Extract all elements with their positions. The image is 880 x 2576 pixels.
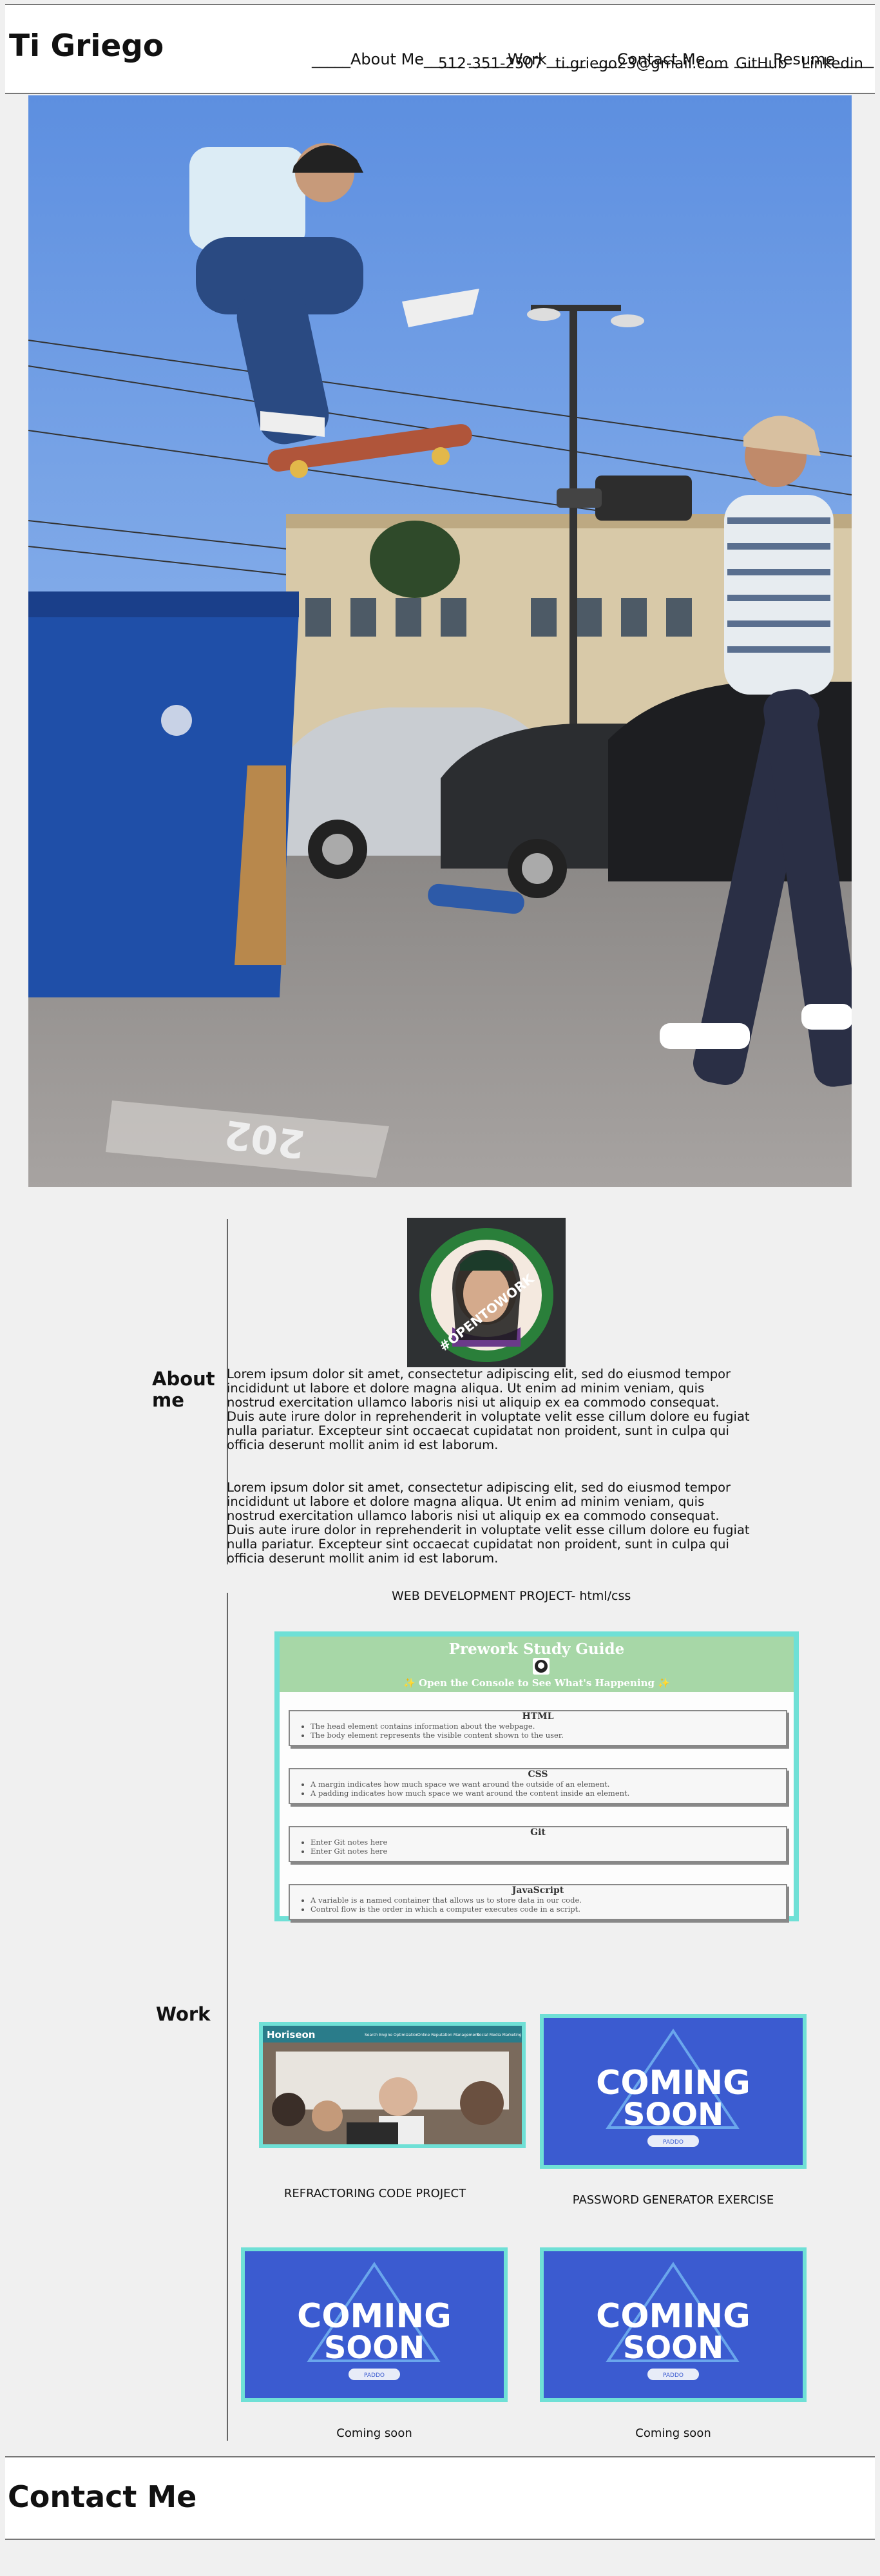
- work-heading: Work: [156, 2003, 211, 2025]
- caption-refactoring: REFRACTORING CODE PROJECT: [283, 2187, 466, 2200]
- hero-image: 202: [28, 95, 852, 1187]
- svg-text:PADDO: PADDO: [663, 2139, 684, 2146]
- contact-heading: Contact Me: [8, 2479, 197, 2514]
- github-icon: [533, 1658, 550, 1675]
- svg-text:Social Media Marketing: Social Media Marketing: [477, 2033, 522, 2037]
- caption-coming-soon-1: Coming soon: [336, 2427, 412, 2440]
- svg-text:SOON: SOON: [324, 2330, 425, 2366]
- svg-text:Search Engine Optimization: Search Engine Optimization: [365, 2033, 419, 2037]
- skateboard-photo-icon: 202: [28, 95, 852, 1187]
- avatar: #OPENTOWORK: [407, 1218, 566, 1367]
- prework-study-guide-preview[interactable]: Prework Study Guide ✨ Open the Console t…: [274, 1631, 799, 1921]
- phone-link[interactable]: 512-351-2507: [438, 55, 543, 72]
- horiseon-brand: Horiseon: [267, 2029, 315, 2041]
- svg-text:SOON: SOON: [623, 2330, 723, 2366]
- contact-footer: Contact Me: [5, 2456, 875, 2540]
- password-generator-tile[interactable]: COMING SOON PADDO: [540, 2014, 807, 2169]
- coming-soon-tile-1[interactable]: COMING SOON PADDO: [241, 2247, 508, 2402]
- guide-section-css: CSS A margin indicates how much space we…: [289, 1768, 787, 1804]
- guide-title: Prework Study Guide: [448, 1640, 625, 1658]
- about-paragraph-1: Lorem ipsum dolor sit amet, consectetur …: [227, 1367, 750, 1453]
- about-me-heading: About me: [152, 1368, 215, 1412]
- svg-text:PADDO: PADDO: [364, 2372, 385, 2379]
- site-title: Ti Griego: [9, 28, 164, 64]
- site-header: Ti Griego: [5, 5, 875, 94]
- guide-section-git: Git Enter Git notes hereEnter Git notes …: [289, 1826, 787, 1862]
- caption-coming-soon-2: Coming soon: [635, 2427, 711, 2440]
- svg-text:PADDO: PADDO: [663, 2372, 684, 2379]
- github-link[interactable]: GitHub: [736, 55, 787, 72]
- guide-section-html: HTML The head element contains informati…: [289, 1710, 787, 1746]
- work-divider: [227, 1593, 228, 2441]
- svg-text:Online Reputation Management: Online Reputation Management: [417, 2033, 479, 2037]
- coming-soon-tile-2[interactable]: COMING SOON PADDO: [540, 2247, 807, 2402]
- featured-project-title: WEB DEVELOPMENT PROJECT- html/css: [392, 1589, 631, 1603]
- guide-section-javascript: JavaScript A variable is a named contain…: [289, 1884, 787, 1920]
- about-paragraph-2: Lorem ipsum dolor sit amet, consectetur …: [227, 1480, 750, 1566]
- email-link[interactable]: ti.griego23@gmail.com: [555, 55, 729, 72]
- caption-password-generator: PASSWORD GENERATOR EXERCISE: [572, 2193, 774, 2207]
- guide-subtitle: ✨ Open the Console to See What's Happeni…: [403, 1677, 670, 1689]
- refactoring-project-tile[interactable]: Horiseon Search Engine Optimization Onli…: [259, 2022, 526, 2148]
- linkedin-link[interactable]: Linkedin: [801, 55, 863, 72]
- svg-text:SOON: SOON: [623, 2097, 723, 2133]
